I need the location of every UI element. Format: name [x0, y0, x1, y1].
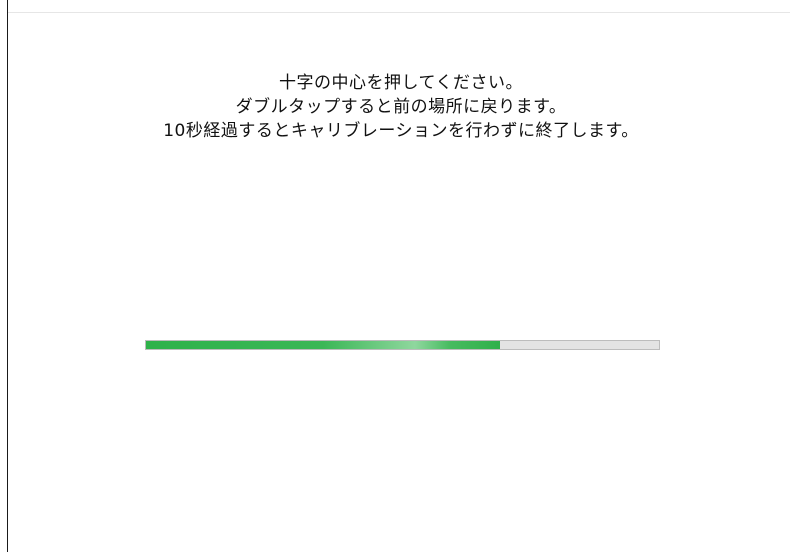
calibration-screen[interactable]: 十字の中心を押してください。 ダブルタップすると前の場所に戻ります。 10秒経過…	[0, 0, 790, 552]
window-top-edge	[8, 12, 790, 13]
instruction-tap-center: 十字の中心を押してください。	[279, 73, 523, 93]
calibration-instructions: 十字の中心を押してください。 ダブルタップすると前の場所に戻ります。 10秒経過…	[0, 71, 790, 143]
timeout-progress-bar	[145, 340, 660, 350]
instruction-double-tap: ダブルタップすると前の場所に戻ります。	[235, 97, 567, 117]
instruction-timeout: 10秒経過するとキャリブレーションを行わずに終了します。	[163, 121, 639, 141]
timeout-progress-fill	[146, 341, 500, 349]
